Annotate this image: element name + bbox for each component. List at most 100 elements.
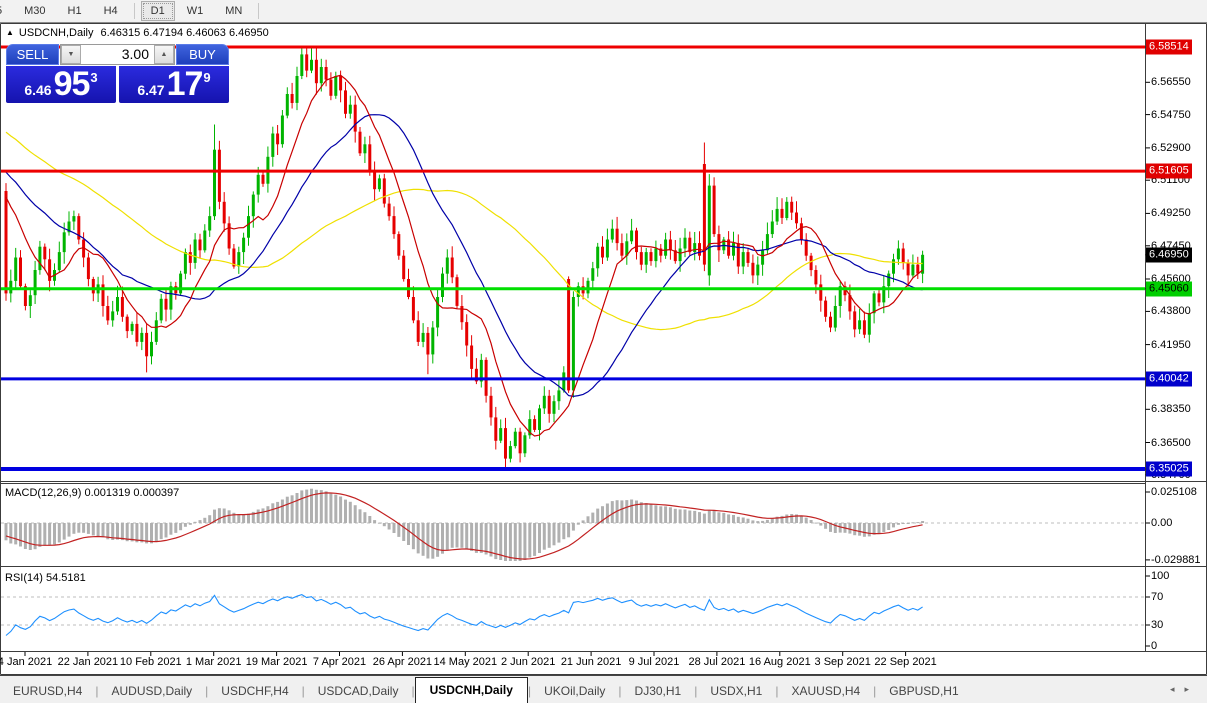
- time-axis[interactable]: 4 Jan 202122 Jan 202110 Feb 20211 Mar 20…: [0, 653, 1145, 674]
- candle: [174, 282, 177, 300]
- axis-ticks: [25, 47, 1150, 656]
- chart-tab-usdchf[interactable]: USDCHF,H4: [208, 679, 301, 703]
- candle: [863, 312, 866, 339]
- candle: [509, 441, 512, 463]
- chart-tab-usdx[interactable]: USDX,H1: [697, 679, 775, 703]
- date-label: 19 Mar 2021: [246, 656, 308, 668]
- candle: [310, 48, 313, 73]
- candle: [29, 290, 32, 318]
- scroll-right-icon[interactable]: ▸: [1184, 684, 1199, 694]
- candle: [664, 233, 667, 259]
- macd-indicator-label: MACD(12,26,9) 0.001319 0.000397: [5, 487, 179, 499]
- date-label: 28 Jul 2021: [688, 656, 745, 668]
- chart-tab-audusd[interactable]: AUDUSD,Daily: [98, 679, 205, 703]
- timeframe-button-m30[interactable]: M30: [14, 1, 55, 21]
- candle: [126, 314, 129, 338]
- date-label: 3 Sep 2021: [815, 656, 871, 668]
- buy-button[interactable]: BUY: [176, 44, 229, 65]
- candle: [533, 415, 536, 432]
- sell-button[interactable]: SELL: [6, 44, 59, 65]
- price-chart[interactable]: [0, 0, 1207, 703]
- candle: [669, 231, 672, 260]
- date-label: 4 Jan 2021: [0, 656, 52, 668]
- chart-tab-usdcad[interactable]: USDCAD,Daily: [305, 679, 412, 703]
- candle: [5, 183, 8, 301]
- candle: [373, 162, 376, 201]
- chart-tab-usdcnh[interactable]: USDCNH,Daily: [415, 677, 528, 703]
- sell-price-pips: 95: [54, 65, 90, 104]
- timeframe-button-h1[interactable]: H1: [58, 1, 92, 21]
- price-axis-label: 6.56550: [1151, 76, 1191, 88]
- candle: [329, 72, 332, 100]
- chart-tabs-bar: EURUSD,H4|AUDUSD,Daily|USDCHF,H4|USDCAD,…: [0, 675, 1207, 703]
- candle: [72, 211, 75, 231]
- ohlc-values: 6.46315 6.47194 6.46063 6.46950: [100, 27, 268, 39]
- candle: [635, 228, 638, 260]
- candle: [640, 247, 643, 270]
- candle: [601, 236, 604, 264]
- candle: [824, 297, 827, 322]
- candle: [713, 177, 716, 237]
- timeframe-button-h4[interactable]: H4: [94, 1, 128, 21]
- candle: [596, 243, 599, 277]
- chart-tab-gbpusd[interactable]: GBPUSD,H1: [876, 679, 971, 703]
- volume-input[interactable]: 3.00: [81, 45, 154, 64]
- chart-tab-dj30[interactable]: DJ30,H1: [622, 679, 695, 703]
- timeframe-button-d1[interactable]: D1: [141, 1, 175, 21]
- candle: [805, 233, 808, 261]
- candle: [87, 253, 90, 287]
- candle: [504, 418, 507, 469]
- candle: [131, 322, 134, 335]
- chart-title: ▲USDCNH,Daily6.46315 6.47194 6.46063 6.4…: [6, 27, 269, 39]
- candle: [68, 211, 71, 235]
- candle: [465, 314, 468, 356]
- candle: [9, 270, 12, 303]
- chart-tab-ukoil[interactable]: UKOil,Daily: [531, 679, 618, 703]
- chevron-down-icon: ▼: [68, 51, 75, 58]
- candle: [790, 197, 793, 220]
- candle: [402, 250, 405, 282]
- sell-price-display[interactable]: 6.46 95 3: [6, 66, 116, 103]
- timeframe-button-w1[interactable]: W1: [177, 1, 214, 21]
- date-label: 10 Feb 2021: [120, 656, 182, 668]
- candle: [393, 206, 396, 238]
- timeframe-button-5[interactable]: 5: [0, 1, 12, 21]
- candle: [490, 387, 493, 426]
- candle: [795, 201, 798, 229]
- buy-price-major: 6.47: [137, 82, 164, 98]
- candle: [727, 231, 730, 259]
- candle: [620, 234, 623, 261]
- chart-tab-xauusd[interactable]: XAUUSD,H4: [778, 679, 873, 703]
- candle: [519, 428, 522, 463]
- candle: [305, 48, 308, 77]
- candle: [276, 125, 279, 155]
- buy-price-display[interactable]: 6.47 17 9: [119, 66, 229, 103]
- candle: [388, 197, 391, 221]
- volume-increase-button[interactable]: ▲: [154, 45, 174, 64]
- volume-decrease-button[interactable]: ▼: [61, 45, 81, 64]
- candle: [344, 82, 347, 118]
- volume-spinner: ▼ 3.00 ▲: [60, 44, 175, 65]
- candle: [553, 395, 556, 422]
- rsi-axis-label: 100: [1151, 570, 1169, 582]
- price-badge: 6.58514: [1146, 40, 1192, 55]
- price-badge: 6.46950: [1146, 247, 1192, 262]
- sell-price-point: 3: [90, 70, 97, 85]
- candle: [446, 249, 449, 283]
- rsi-line: [6, 595, 923, 636]
- candle: [189, 245, 192, 275]
- candle: [887, 271, 890, 299]
- candle: [810, 253, 813, 276]
- chart-tab-eurusd[interactable]: EURUSD,H4: [0, 679, 95, 703]
- price-badge: 6.40042: [1146, 371, 1192, 386]
- timeframe-button-mn[interactable]: MN: [215, 1, 252, 21]
- candle: [102, 275, 105, 316]
- collapse-arrow-icon[interactable]: ▲: [6, 28, 14, 37]
- candle: [349, 96, 352, 119]
- price-axis[interactable]: 6.565506.547506.529006.511006.492506.474…: [1146, 23, 1207, 653]
- trading-platform-window: 5M30H1H4D1W1MN ▲USDCNH,Daily6.46315 6.47…: [0, 0, 1207, 703]
- scroll-left-icon[interactable]: ◂: [1170, 684, 1185, 694]
- candle: [650, 248, 653, 266]
- rsi-axis-label: 0: [1151, 640, 1157, 652]
- candle: [460, 295, 463, 330]
